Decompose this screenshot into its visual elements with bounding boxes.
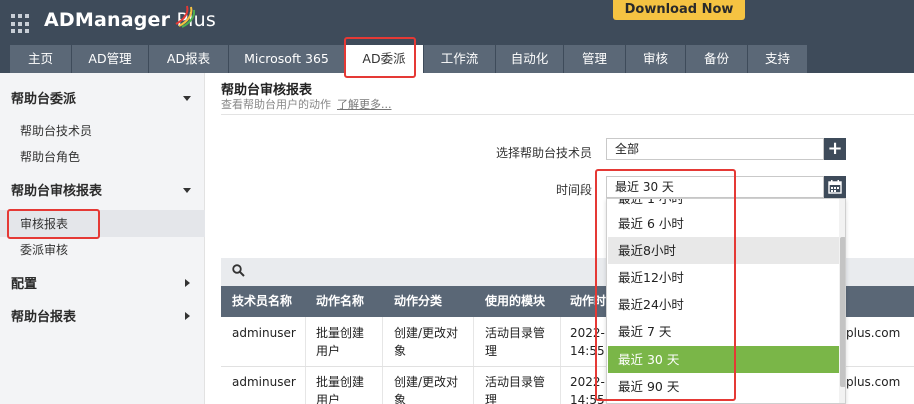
column-header-action-time[interactable]: 动作时 [570, 286, 606, 317]
add-technician-button[interactable]: + [824, 138, 846, 160]
cell-time: 2022- 14:55 [570, 375, 605, 404]
period-select[interactable]: 最近 30 天 [606, 176, 824, 198]
dropdown-option[interactable]: 最近 90 天 [608, 373, 839, 400]
cell-action-name: 批量创建 用户 [316, 326, 365, 358]
cell-action-category: 创建/更改对象 [394, 326, 459, 358]
chevron-down-icon[interactable] [183, 188, 191, 193]
brand-swoosh-icon [175, 5, 195, 28]
cell-tail: plus.com [846, 326, 901, 340]
sidebar-section-helpdesk-audit-reports[interactable]: 帮助台审核报表 [11, 180, 102, 199]
tab-ad-management[interactable]: AD管理 [72, 45, 149, 73]
cell-module: 活动目录管理 [485, 326, 546, 358]
divider [473, 317, 474, 404]
technician-select[interactable]: 全部 [606, 138, 824, 160]
dropdown-scroll-thumb[interactable] [840, 237, 845, 387]
tab-admin[interactable]: 管理 [564, 45, 626, 73]
app-grid-icon[interactable] [11, 14, 31, 34]
divider [560, 317, 561, 404]
chevron-right-icon[interactable] [185, 312, 190, 320]
tab-ad-reports[interactable]: AD报表 [149, 45, 229, 73]
column-header-technician[interactable]: 技术员名称 [232, 286, 292, 317]
column-header-module-used[interactable]: 使用的模块 [485, 286, 545, 317]
dropdown-option[interactable]: 最近24小时 [608, 291, 839, 318]
cell-action-category: 创建/更改对象 [394, 375, 459, 404]
cell-time: 2022- 14:55 [570, 326, 605, 358]
sidebar-section-helpdesk-reports[interactable]: 帮助台报表 [11, 306, 76, 325]
sidebar-section-configuration[interactable]: 配置 [11, 273, 37, 292]
cell-technician: adminuser [232, 375, 296, 389]
chevron-down-icon[interactable] [183, 96, 191, 101]
column-header-action-category[interactable]: 动作分类 [394, 286, 442, 317]
tab-workflow[interactable]: 工作流 [424, 45, 496, 73]
chevron-right-icon[interactable] [185, 279, 190, 287]
sidebar-item-delegation-audit[interactable]: 委派审核 [20, 241, 68, 258]
tab-home[interactable]: 主页 [10, 45, 72, 73]
dropdown-option[interactable]: 最近8小时 [608, 237, 839, 264]
main-nav: 主页 AD管理 AD报表 Microsoft 365 AD委派 工作流 自动化 … [10, 45, 808, 73]
learn-more-link[interactable]: 了解更多... [337, 98, 392, 111]
calendar-icon [828, 180, 842, 194]
sidebar-item-helpdesk-roles[interactable]: 帮助台角色 [20, 148, 80, 165]
cell-tail: plus.com [846, 375, 901, 389]
dropdown-option[interactable]: 最近 7 天 [608, 318, 839, 345]
period-label: 时间段 [555, 183, 592, 197]
dropdown-option[interactable]: 最近 6 小时 [608, 210, 839, 237]
download-now-button[interactable]: Download Now [613, 0, 745, 20]
dropdown-option-selected[interactable]: 最近 30 天 [608, 346, 839, 373]
tab-support[interactable]: 支持 [748, 45, 808, 73]
sidebar-section-helpdesk-delegation[interactable]: 帮助台委派 [11, 88, 76, 107]
tab-automation[interactable]: 自动化 [496, 45, 564, 73]
cell-module: 活动目录管理 [485, 375, 546, 404]
divider [305, 317, 306, 404]
tab-backup[interactable]: 备份 [686, 45, 748, 73]
tab-microsoft-365[interactable]: Microsoft 365 [229, 45, 345, 73]
page-subtitle: 查看帮助台用户的动作 了解更多... [221, 98, 392, 111]
divider [221, 114, 914, 115]
calendar-button[interactable] [824, 176, 846, 198]
period-dropdown: 最近 1 小时 最近 6 小时 最近8小时 最近12小时 最近24小时 最近 7… [606, 198, 846, 404]
search-icon[interactable] [232, 264, 245, 277]
column-header-action-name[interactable]: 动作名称 [316, 286, 364, 317]
highlight-box [7, 209, 100, 239]
cell-action-name: 批量创建 用户 [316, 375, 365, 404]
tab-ad-delegation[interactable]: AD委派 [345, 45, 424, 73]
sidebar-item-helpdesk-technicians[interactable]: 帮助台技术员 [20, 122, 92, 139]
technician-label: 选择帮助台技术员 [495, 146, 592, 160]
tab-audit[interactable]: 审核 [626, 45, 686, 73]
dropdown-option[interactable]: 最近12小时 [608, 264, 839, 291]
cell-technician: adminuser [232, 326, 296, 340]
divider [382, 317, 383, 404]
